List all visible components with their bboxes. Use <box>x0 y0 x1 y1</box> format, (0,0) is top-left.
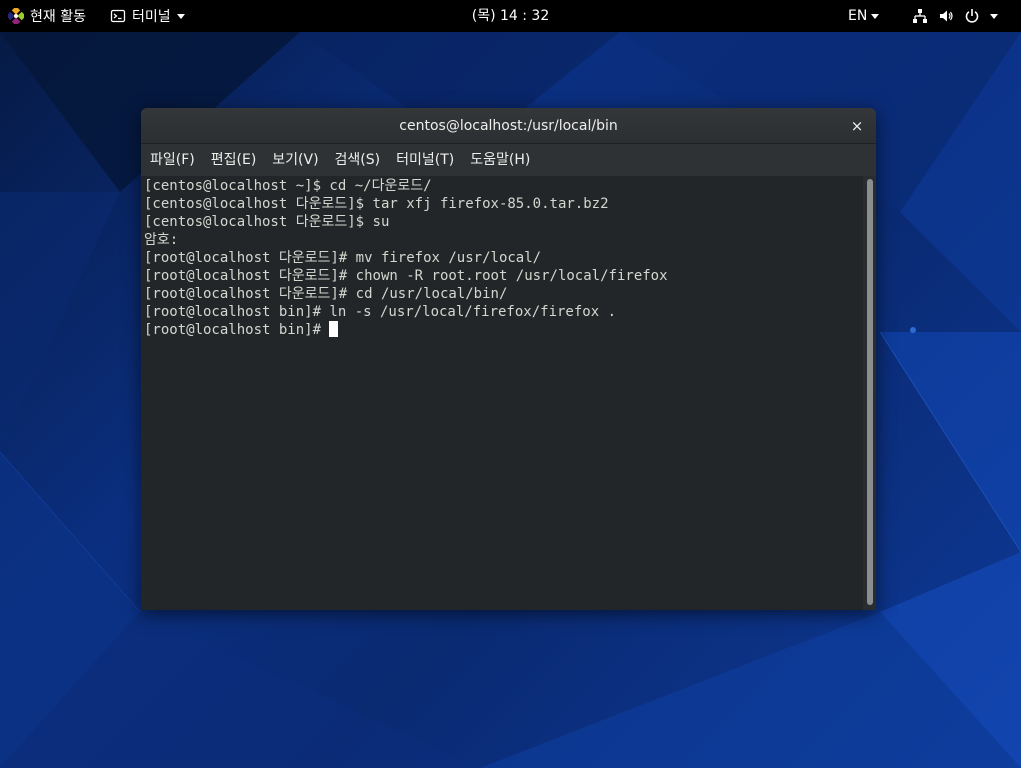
activities-button[interactable]: 현재 활동 <box>8 6 86 26</box>
scrollbar-thumb[interactable] <box>867 179 873 605</box>
menu-terminal[interactable]: 터미널(T) <box>396 145 462 175</box>
system-status-menu[interactable] <box>912 6 998 26</box>
window-title: centos@localhost:/usr/local/bin <box>399 118 618 134</box>
menu-search[interactable]: 검색(S) <box>335 145 389 175</box>
terminal-prompt-line: [root@localhost bin]# <box>144 321 668 339</box>
chevron-down-icon <box>990 13 998 19</box>
menu-help[interactable]: 도움말(H) <box>470 145 538 175</box>
terminal-scrollbar[interactable] <box>863 176 876 610</box>
terminal-output[interactable]: [centos@localhost ~]$ cd ~/다운로드/ [centos… <box>141 176 876 610</box>
power-icon <box>965 9 979 23</box>
menu-bar: 파일(F) 편집(E) 보기(V) 검색(S) 터미널(T) 도움말(H) <box>141 144 876 176</box>
top-bar: 현재 활동 터미널 (목) 14 : 32 EN <box>0 0 1021 32</box>
input-language-button[interactable]: EN <box>848 6 880 26</box>
terminal-line: [root@localhost 다운로드]# mv firefox /usr/l… <box>144 250 542 266</box>
terminal-line: [centos@localhost 다운로드]$ tar xfj firefox… <box>144 196 609 212</box>
clock-button[interactable]: (목) 14 : 32 <box>472 8 550 24</box>
terminal-line: 암호: <box>144 232 179 248</box>
terminal-line: [centos@localhost 다운로드]$ su <box>144 214 390 230</box>
terminal-line: [root@localhost 다운로드]# chown -R root.roo… <box>144 268 668 284</box>
terminal-line: [centos@localhost ~]$ cd ~/다운로드/ <box>144 178 432 194</box>
app-menu-button[interactable]: 터미널 <box>110 6 185 26</box>
menu-edit[interactable]: 편집(E) <box>211 145 265 175</box>
terminal-line: [root@localhost bin]# ln -s /usr/local/f… <box>144 304 617 320</box>
close-icon[interactable]: × <box>847 116 867 136</box>
menu-view[interactable]: 보기(V) <box>272 145 326 175</box>
terminal-line: [root@localhost 다운로드]# cd /usr/local/bin… <box>144 286 508 302</box>
network-wired-icon <box>913 9 927 23</box>
app-menu-label: 터미널 <box>132 9 171 25</box>
chevron-down-icon <box>176 13 185 19</box>
terminal-app-icon <box>110 9 126 23</box>
chevron-down-icon <box>871 13 880 19</box>
terminal-window: centos@localhost:/usr/local/bin × 파일(F) … <box>141 108 876 610</box>
activities-label: 현재 활동 <box>30 9 86 25</box>
volume-icon <box>940 10 953 22</box>
terminal-prompt: [root@localhost bin]# <box>144 322 330 338</box>
centos-logo-icon <box>8 8 24 24</box>
menu-file[interactable]: 파일(F) <box>150 145 203 175</box>
language-label: EN <box>848 8 868 24</box>
window-titlebar[interactable]: centos@localhost:/usr/local/bin × <box>141 108 876 144</box>
text-cursor <box>329 321 339 337</box>
terminal-lines: [centos@localhost ~]$ cd ~/다운로드/ [centos… <box>144 177 668 339</box>
